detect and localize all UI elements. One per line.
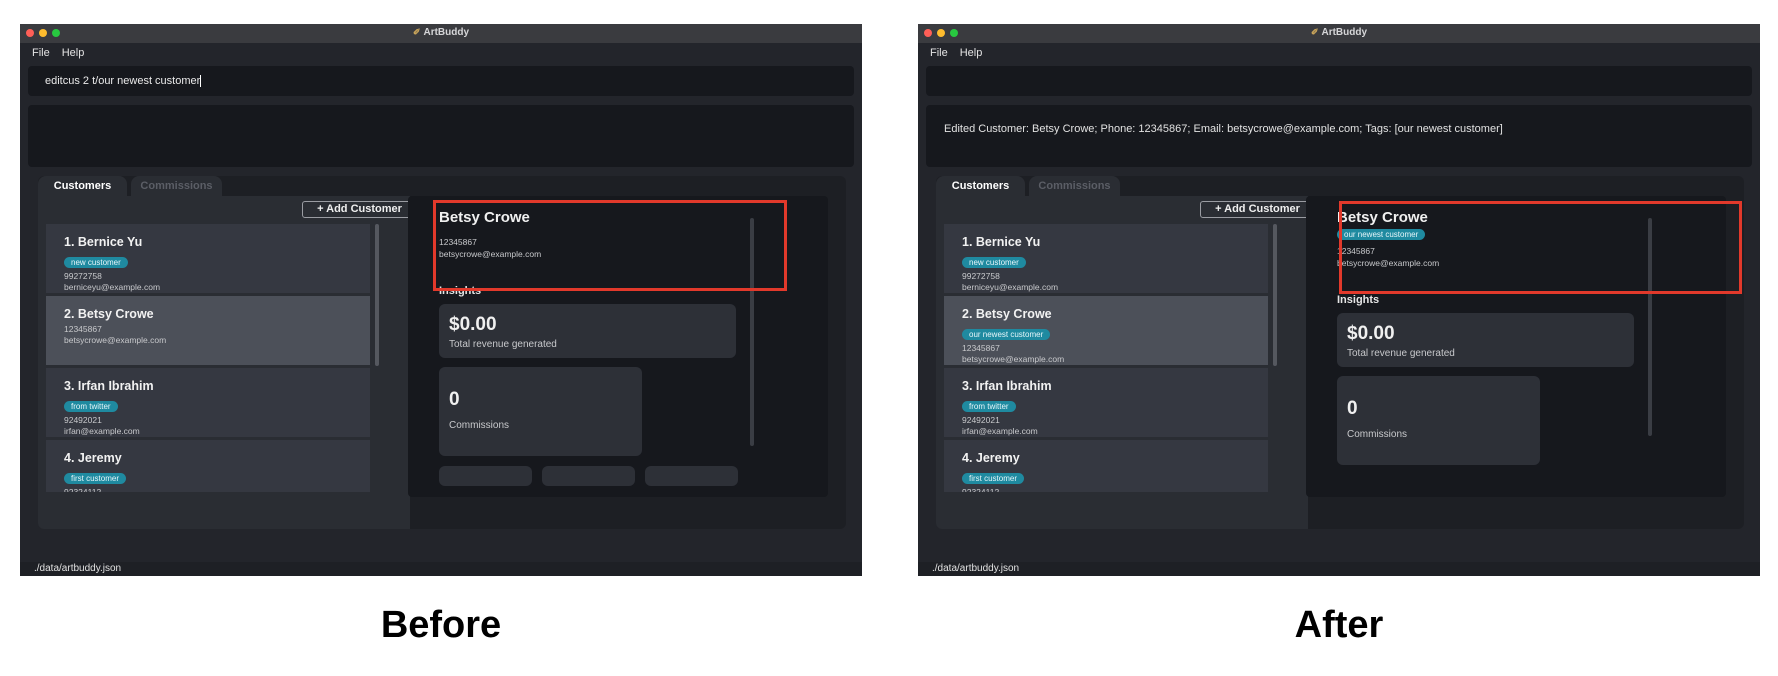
list-item[interactable]: 4. Jeremy first customer 92324112 (944, 440, 1268, 492)
tab-commissions[interactable]: Commissions (131, 176, 222, 196)
revenue-value: $0.00 (449, 314, 497, 335)
list-item[interactable]: 1. Bernice Yu new customer 99272758 bern… (944, 224, 1268, 293)
customer-list-pane: + Add Customer 1. Bernice Yu new custome… (38, 196, 417, 529)
window-title: ArtBuddy (1321, 27, 1368, 38)
list-item[interactable]: 4. Jeremy first customer 92324112 (46, 440, 370, 492)
list-scrollbar[interactable] (1273, 224, 1277, 366)
revenue-label: Total revenue generated (449, 339, 557, 350)
command-input[interactable] (926, 66, 1752, 96)
highlight-box (1339, 201, 1742, 294)
text-caret (200, 75, 202, 88)
revenue-card: $0.00 Total revenue generated (1337, 313, 1634, 367)
commissions-count: 0 (1347, 398, 1358, 419)
commissions-label: Commissions (1347, 429, 1408, 440)
tab-commissions[interactable]: Commissions (1029, 176, 1120, 196)
revenue-card: $0.00 Total revenue generated (439, 304, 736, 358)
tag-badge: first customer (962, 473, 1025, 484)
commissions-label: Commissions (449, 420, 510, 431)
status-bar: ./data/artbuddy.json (20, 562, 862, 576)
menu-help[interactable]: Help (960, 47, 983, 59)
partial-card (542, 466, 635, 486)
tag-badge: our newest customer (962, 329, 1051, 340)
partial-card (439, 466, 532, 486)
list-item[interactable]: 3. Irfan Ibrahim from twitter 92492021 i… (944, 368, 1268, 437)
list-item[interactable]: 1. Bernice Yu new customer 99272758 bern… (46, 224, 370, 293)
list-item-selected[interactable]: 2. Betsy Crowe 12345867 betsycrowe@examp… (46, 296, 370, 365)
command-input[interactable]: editcus 2 t/our newest customer (28, 66, 854, 96)
app-icon: ✐ (412, 27, 421, 37)
before-window: ✐ ArtBuddy File Help editcus 2 t/our newe… (20, 24, 862, 576)
customer-list-pane: + Add Customer 1. Bernice Yu new custome… (936, 196, 1315, 529)
tag-badge: from twitter (64, 401, 118, 412)
tab-customers[interactable]: Customers (38, 176, 127, 196)
title-bar: ✐ ArtBuddy (918, 24, 1760, 43)
result-display: Edited Customer: Betsy Crowe; Phone: 123… (926, 105, 1752, 167)
commissions-card: 0 Commissions (1337, 376, 1540, 465)
tab-customers[interactable]: Customers (936, 176, 1025, 196)
menu-help[interactable]: Help (62, 47, 85, 59)
tag-badge: new customer (64, 257, 128, 268)
menu-bar: File Help (20, 43, 862, 63)
result-display (28, 105, 854, 167)
highlight-box (433, 200, 787, 291)
add-customer-button[interactable]: + Add Customer (1200, 201, 1315, 218)
commissions-count: 0 (449, 389, 460, 410)
add-customer-button[interactable]: + Add Customer (302, 201, 417, 218)
before-caption: Before (380, 604, 502, 646)
title-bar: ✐ ArtBuddy (20, 24, 862, 43)
menu-bar: File Help (918, 43, 1760, 63)
after-window: ✐ ArtBuddy File Help Edited Customer: Bet… (918, 24, 1760, 576)
insights-heading: Insights (1337, 294, 1380, 306)
tag-badge: new customer (962, 257, 1026, 268)
tag-badge: first customer (64, 473, 127, 484)
after-caption: After (1294, 604, 1384, 646)
customer-list[interactable]: 1. Bernice Yu new customer 99272758 bern… (944, 224, 1268, 492)
commissions-card: 0 Commissions (439, 367, 642, 456)
menu-file[interactable]: File (32, 47, 50, 59)
menu-file[interactable]: File (930, 47, 948, 59)
list-scrollbar[interactable] (375, 224, 379, 366)
list-item[interactable]: 3. Irfan Ibrahim from twitter 92492021 i… (46, 368, 370, 437)
app-icon: ✐ (1310, 27, 1319, 37)
revenue-value: $0.00 (1347, 323, 1395, 344)
tag-badge: from twitter (962, 401, 1016, 412)
customer-list[interactable]: 1. Bernice Yu new customer 99272758 bern… (46, 224, 370, 492)
list-item-selected[interactable]: 2. Betsy Crowe our newest customer 12345… (944, 296, 1268, 365)
revenue-label: Total revenue generated (1347, 348, 1455, 359)
window-title: ArtBuddy (423, 27, 470, 38)
partial-card (645, 466, 738, 486)
status-bar: ./data/artbuddy.json (918, 562, 1760, 576)
